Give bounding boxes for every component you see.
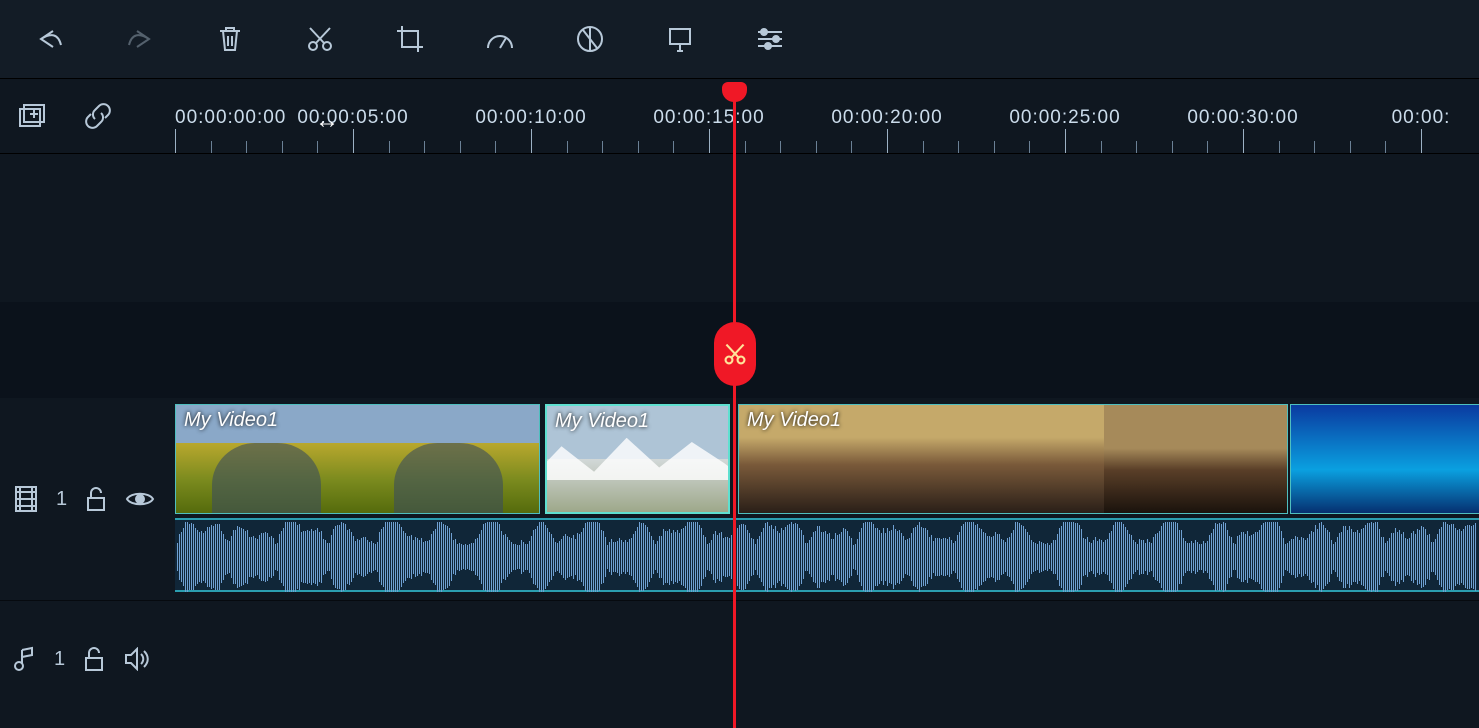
minor-tick	[1207, 141, 1208, 153]
minor-tick	[780, 141, 781, 153]
minor-tick	[495, 141, 496, 153]
minor-tick	[282, 141, 283, 153]
major-tick	[1243, 129, 1244, 153]
clip-name: My Video1	[555, 410, 649, 433]
audio-track: 1	[0, 614, 1479, 704]
minor-tick	[851, 141, 852, 153]
playhead[interactable]	[733, 84, 736, 728]
filmstrip-icon	[14, 485, 38, 513]
minor-tick	[567, 141, 568, 153]
ruler-side	[0, 79, 175, 153]
minor-tick	[923, 141, 924, 153]
clip-thumbnail	[358, 405, 540, 513]
clip-name: My Video1	[184, 409, 278, 432]
minor-tick	[389, 141, 390, 153]
audio-track-header: 1	[0, 614, 175, 704]
audio-waveform[interactable]	[175, 518, 1479, 592]
minor-tick	[1350, 141, 1351, 153]
video-track-body[interactable]: My Video1 My Video1 My Video1	[175, 404, 1479, 594]
timecode-label: 00:00:25:00	[1009, 107, 1120, 129]
video-track: 1 My Video1 My Video1 My Video1	[0, 404, 1479, 594]
color-icon[interactable]	[570, 19, 610, 59]
major-tick	[887, 129, 888, 153]
timecode-label: 00:00:15:00	[653, 107, 764, 129]
unlock-icon[interactable]	[85, 486, 107, 512]
minor-tick	[673, 141, 674, 153]
minor-tick	[1385, 141, 1386, 153]
minor-tick	[745, 141, 746, 153]
timecode-label: 00:00:30:00	[1187, 107, 1298, 129]
video-clip[interactable]: My Video1	[175, 404, 540, 514]
eye-icon[interactable]	[125, 489, 155, 509]
export-icon[interactable]	[660, 19, 700, 59]
speaker-icon[interactable]	[123, 647, 149, 671]
video-clip[interactable]: My Video1	[738, 404, 1288, 514]
minor-tick	[994, 141, 995, 153]
zoom-handle-icon[interactable]: ↔	[315, 107, 339, 135]
audio-track-number: 1	[54, 648, 65, 671]
timecode-label: 00:00:10:00	[475, 107, 586, 129]
minor-tick	[638, 141, 639, 153]
minor-tick	[1279, 141, 1280, 153]
timeline-area: 1 My Video1 My Video1 My Video1 1	[0, 154, 1479, 728]
audio-track-body[interactable]	[175, 614, 1479, 704]
redo-icon[interactable]	[120, 19, 160, 59]
music-note-icon	[14, 646, 36, 672]
undo-icon[interactable]	[30, 19, 70, 59]
track-divider	[0, 600, 1479, 601]
minor-tick	[1314, 141, 1315, 153]
timecode-label: 00:00:	[1392, 107, 1451, 129]
major-tick	[1421, 129, 1422, 153]
add-media-icon[interactable]	[12, 96, 52, 136]
clip-thumbnail	[1104, 405, 1287, 513]
minor-tick	[1136, 141, 1137, 153]
timeline-ruler[interactable]: 00:00:00:0000:00:05:0000:00:10:0000:00:1…	[175, 79, 1479, 153]
crop-icon[interactable]	[390, 19, 430, 59]
minor-tick	[1172, 141, 1173, 153]
clip-name: My Video1	[747, 409, 841, 432]
minor-tick	[424, 141, 425, 153]
minor-tick	[816, 141, 817, 153]
major-tick	[1065, 129, 1066, 153]
clip-thumbnail	[922, 405, 1105, 513]
major-tick	[531, 129, 532, 153]
video-clip[interactable]	[1290, 404, 1479, 514]
minor-tick	[1101, 141, 1102, 153]
minor-tick	[602, 141, 603, 153]
clip-thumbnail	[1291, 405, 1479, 513]
timecode-label: 00:00:00:00	[175, 107, 286, 129]
major-tick	[175, 129, 176, 153]
major-tick	[709, 129, 710, 153]
split-button[interactable]	[714, 322, 756, 386]
minor-tick	[317, 141, 318, 153]
video-track-number: 1	[56, 488, 67, 511]
video-track-header: 1	[0, 404, 175, 594]
minor-tick	[958, 141, 959, 153]
adjust-icon[interactable]	[750, 19, 790, 59]
delete-icon[interactable]	[210, 19, 250, 59]
link-icon[interactable]	[78, 96, 118, 136]
video-clip[interactable]: My Video1	[545, 404, 730, 514]
speed-icon[interactable]	[480, 19, 520, 59]
unlock-icon[interactable]	[83, 646, 105, 672]
major-tick	[353, 129, 354, 153]
minor-tick	[211, 141, 212, 153]
cut-icon[interactable]	[300, 19, 340, 59]
minor-tick	[1029, 141, 1030, 153]
timecode-label: 00:00:20:00	[831, 107, 942, 129]
minor-tick	[246, 141, 247, 153]
toolbar	[0, 0, 1479, 78]
minor-tick	[460, 141, 461, 153]
